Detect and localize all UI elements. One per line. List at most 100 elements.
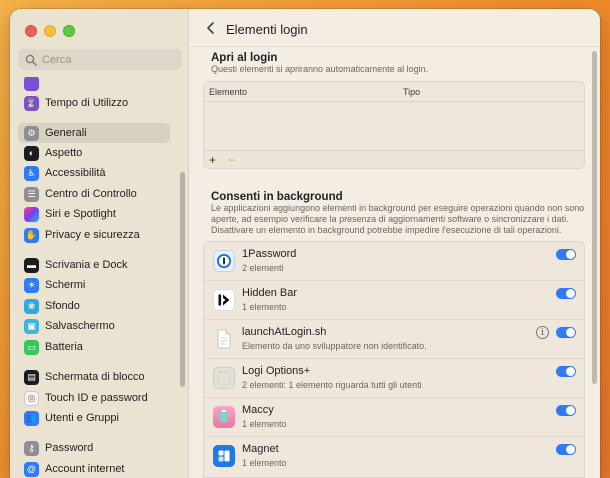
toggle-switch[interactable] (556, 249, 576, 260)
list-item: Magnet 1 elemento (204, 437, 584, 476)
sun-icon: ☀ (24, 277, 39, 293)
sidebar-item-appearance[interactable]: ◐ Aspetto (18, 143, 170, 163)
list-item: Hidden Bar 1 elemento (204, 281, 584, 320)
sidebar-item-label: Password (45, 442, 94, 454)
page-title: Elementi login (226, 22, 308, 37)
maccy-icon (213, 406, 235, 428)
zoom-window-button[interactable] (63, 25, 75, 37)
main-scrollbar[interactable] (592, 51, 597, 384)
add-item-button[interactable]: + (209, 153, 216, 167)
item-subtitle: 1 elemento (242, 302, 287, 312)
close-window-button[interactable] (25, 25, 37, 37)
sidebar-item-passwords[interactable]: ⚷ Password (18, 438, 170, 458)
wallpaper-icon: ❀ (24, 298, 39, 314)
sidebar-item-label: Centro di Controllo (45, 188, 137, 200)
accessibility-icon: ♿ (24, 165, 39, 181)
login-items-table: Elemento Tipo + − (203, 81, 585, 169)
at-icon: @ (24, 461, 39, 477)
sidebar-item-label: Salvaschermo (45, 320, 115, 332)
sidebar-item-lock-screen[interactable]: ▤ Schermata di blocco (18, 367, 170, 387)
partial-item-icon (24, 77, 39, 91)
sidebar-item-screen-time[interactable]: ⌛ Tempo di Utilizzo (18, 93, 170, 113)
sidebar-item-battery[interactable]: ▭ Batteria (18, 337, 170, 357)
sidebar-item-displays[interactable]: ☀ Schermi (18, 275, 170, 295)
sidebar-item-label: Schermata di blocco (45, 371, 145, 383)
sidebar-item-label: Aspetto (45, 147, 83, 159)
gear-icon: ⚙ (24, 125, 39, 141)
sidebar-item-label: Accessibilità (45, 167, 106, 179)
control-center-icon: ☰ (24, 186, 39, 202)
column-header-type[interactable]: Tipo (403, 87, 420, 97)
remove-item-button[interactable]: − (228, 153, 235, 167)
sidebar-item-general[interactable]: ⚙ Generali (18, 123, 170, 143)
item-name: Maccy (242, 404, 274, 416)
sidebar-item-control-center[interactable]: ☰ Centro di Controllo (18, 184, 170, 204)
generic-app-icon (213, 367, 235, 389)
sidebar-item-siri[interactable]: Siri e Spotlight (18, 204, 170, 224)
toolbar: Elementi login (190, 9, 600, 47)
minimize-window-button[interactable] (44, 25, 56, 37)
item-name: Magnet (242, 443, 279, 455)
sidebar-item-screensaver[interactable]: ▣ Salvaschermo (18, 316, 170, 336)
back-chevron-icon[interactable] (204, 21, 218, 35)
sidebar-item-label: Account internet (45, 463, 125, 475)
item-name: 1Password (242, 248, 297, 260)
sidebar-item-users[interactable]: 👥 Utenti e Gruppi (18, 408, 170, 428)
battery-icon: ▭ (24, 339, 39, 355)
info-icon[interactable]: i (536, 326, 549, 339)
open-at-login-title: Apri al login (211, 52, 278, 64)
hand-icon: ✋ (24, 227, 39, 243)
table-footer: + − (204, 150, 584, 168)
toggle-switch[interactable] (556, 366, 576, 377)
background-title: Consenti in background (211, 191, 343, 203)
toggle-switch[interactable] (556, 288, 576, 299)
main-pane: Elementi login Apri al login Questi elem… (190, 9, 600, 478)
sidebar-item-desktop-dock[interactable]: ▬ Scrivania e Dock (18, 255, 170, 275)
key-icon: ⚷ (24, 440, 39, 456)
hidden-bar-icon (213, 289, 235, 311)
sidebar-item-touch-id[interactable]: ◎ Touch ID e password (18, 388, 170, 408)
sidebar-item-label: Scrivania e Dock (45, 259, 128, 271)
item-subtitle: 2 elementi: 1 elemento riguarda tutti gl… (242, 380, 422, 390)
sidebar-list: ⌛ Tempo di Utilizzo ⚙ Generali ◐ Aspetto… (10, 77, 188, 478)
sidebar-item-partial[interactable] (18, 77, 170, 93)
hourglass-icon: ⌛ (24, 95, 39, 111)
column-header-item[interactable]: Elemento (209, 87, 247, 97)
item-name: launchAtLogin.sh (242, 326, 327, 338)
list-item: 1Password 2 elementi (204, 242, 584, 281)
list-item: Logi Options+ 2 elementi: 1 elemento rig… (204, 359, 584, 398)
sidebar-item-label: Privacy e sicurezza (45, 229, 140, 241)
sidebar-item-label: Tempo di Utilizzo (45, 97, 129, 109)
search-field[interactable] (18, 49, 182, 70)
sidebar: ⌛ Tempo di Utilizzo ⚙ Generali ◐ Aspetto… (10, 9, 189, 478)
siri-icon (24, 206, 39, 222)
sidebar-item-label: Schermi (45, 279, 86, 291)
appearance-icon: ◐ (24, 145, 39, 161)
item-name: Hidden Bar (242, 287, 298, 299)
lock-screen-icon: ▤ (24, 369, 39, 385)
item-subtitle: 1 elemento (242, 458, 287, 468)
open-at-login-description: Questi elementi si apriranno automaticam… (211, 64, 429, 74)
dock-icon: ▬ (24, 257, 39, 273)
toggle-switch[interactable] (556, 327, 576, 338)
list-item: Maccy 1 elemento (204, 398, 584, 437)
list-item: launchAtLogin.sh Elemento da uno svilupp… (204, 320, 584, 359)
sidebar-item-label: Sfondo (45, 300, 80, 312)
toggle-switch[interactable] (556, 405, 576, 416)
toggle-switch[interactable] (556, 444, 576, 455)
sidebar-item-label: Siri e Spotlight (45, 208, 116, 220)
window-controls (25, 25, 75, 37)
1password-icon (213, 250, 235, 272)
sidebar-item-label: Utenti e Gruppi (45, 412, 119, 424)
search-input[interactable] (42, 53, 172, 66)
sidebar-item-accessibility[interactable]: ♿ Accessibilità (18, 163, 170, 183)
background-items-list: 1Password 2 elementi Hidden Bar 1 elemen… (203, 241, 585, 478)
background-description-line-2: aperte, ad esempio verificare la presenz… (211, 214, 569, 224)
sidebar-item-privacy[interactable]: ✋ Privacy e sicurezza (18, 225, 170, 245)
sidebar-scrollbar[interactable] (180, 172, 185, 387)
system-settings-window: ⌛ Tempo di Utilizzo ⚙ Generali ◐ Aspetto… (10, 9, 600, 478)
table-header: Elemento Tipo (204, 82, 584, 102)
item-subtitle: Elemento da uno sviluppatore non identif… (242, 341, 427, 351)
sidebar-item-wallpaper[interactable]: ❀ Sfondo (18, 296, 170, 316)
sidebar-item-internet-accounts[interactable]: @ Account internet (18, 459, 170, 478)
